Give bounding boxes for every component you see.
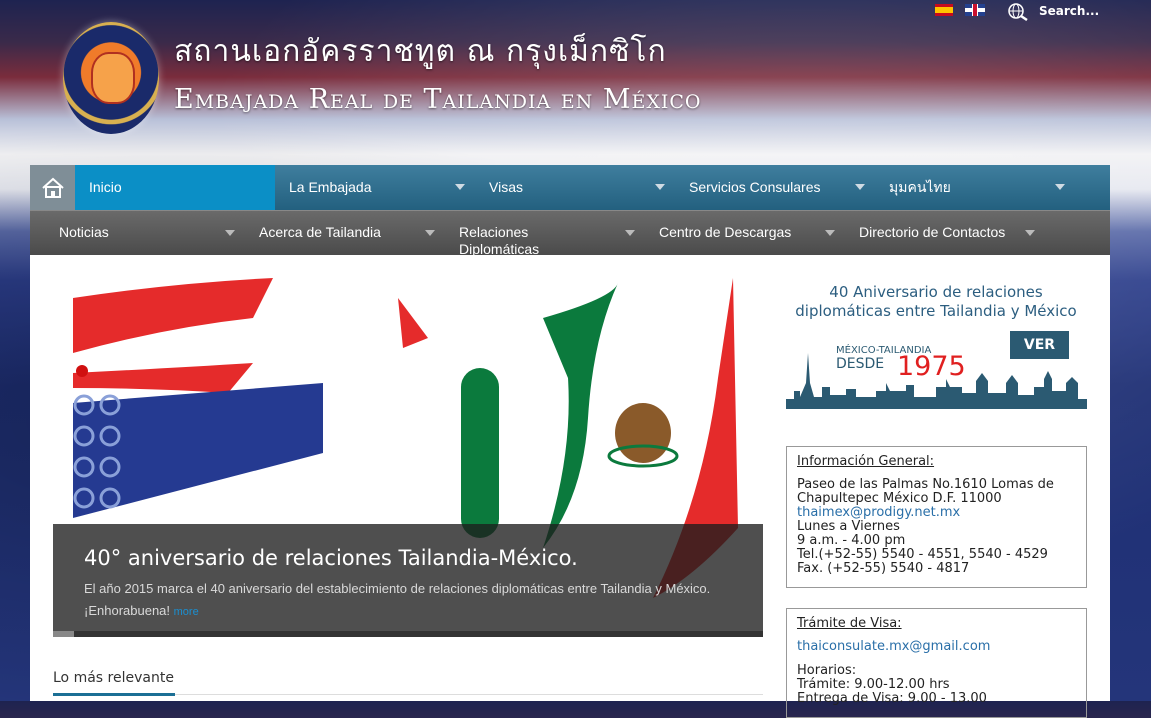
office-hours: 9 a.m. - 4.00 pm <box>797 533 906 548</box>
lo-mas-relevante-tab[interactable]: Lo más relevante <box>53 670 174 686</box>
nav-item-visas[interactable]: Visas <box>475 165 675 210</box>
slider-progress-fill <box>53 631 75 637</box>
home-icon <box>41 177 64 198</box>
chevron-down-icon <box>655 184 665 190</box>
tramite-de-visa-heading: Trámite de Visa: <box>797 616 902 631</box>
secondary-nav: Noticias Acerca de Tailandia Relaciones … <box>30 210 1110 258</box>
entrega-hours: Entrega de Visa: 9.00 - 13.00 <box>797 691 987 706</box>
address-text: Paseo de las Palmas No.1610 Lomas de Cha… <box>797 477 1054 506</box>
search-globe-icon[interactable] <box>1007 3 1029 21</box>
primary-nav: Inicio La Embajada Visas Servicios Consu… <box>30 165 1110 210</box>
slider-caption-title[interactable]: 40° aniversario de relaciones Tailandia-… <box>84 546 578 570</box>
more-link[interactable]: more <box>174 606 199 618</box>
uk-flag-icon[interactable] <box>965 4 985 16</box>
nav-item-inicio[interactable]: Inicio <box>75 165 275 210</box>
tramite-hours: Trámite: 9.00-12.00 hrs <box>797 677 950 692</box>
slider-progress-bar <box>53 631 763 637</box>
royal-thai-embassy-seal <box>63 22 159 134</box>
chevron-down-icon <box>455 184 465 190</box>
anniversary-banner-title[interactable]: 40 Aniversario de relaciones diplomática… <box>786 283 1086 321</box>
informacion-general-heading: Información General: <box>797 454 935 469</box>
spain-flag-icon[interactable] <box>935 4 953 16</box>
embassy-title-thai: สถานเอกอัครราชทูต ณ กรุงเม็กซิโก <box>174 34 667 69</box>
nav-item-directorio-de-contactos[interactable]: Directorio de Contactos <box>859 224 1005 241</box>
ver-button[interactable]: VER <box>1010 331 1069 359</box>
slider-caption-text: El año 2015 marca el 40 aniversario del … <box>84 578 734 623</box>
chevron-down-icon <box>1025 230 1035 236</box>
garuda-emblem-icon <box>91 52 135 104</box>
nav-item-la-embajada[interactable]: La Embajada <box>275 165 475 210</box>
desde-label: DESDE <box>836 356 885 372</box>
telephone-text: Tel.(+52-55) 5540 - 4551, 5540 - 4529 <box>797 547 1048 562</box>
nav-item-centro-de-descargas[interactable]: Centro de Descargas <box>659 224 791 241</box>
office-days: Lunes a Viernes <box>797 519 900 534</box>
informacion-general-body: Paseo de las Palmas No.1610 Lomas de Cha… <box>797 478 1077 576</box>
active-tab-underline <box>53 693 175 696</box>
fax-text: Fax. (+52-55) 5540 - 4817 <box>797 561 970 576</box>
chevron-down-icon <box>855 184 865 190</box>
tramite-de-visa-body: thaiconsulate.mx@gmail.com Horarios: Trá… <box>797 640 1077 706</box>
chevron-down-icon <box>625 230 635 236</box>
chevron-down-icon <box>425 230 435 236</box>
chevron-down-icon <box>225 230 235 236</box>
embassy-title-spanish: Embajada Real de Tailandia en México <box>174 84 702 115</box>
chevron-down-icon <box>1055 184 1065 190</box>
nav-item-servicios-consulares[interactable]: Servicios Consulares <box>675 165 875 210</box>
info-email-link[interactable]: thaimex@prodigy.net.mx <box>797 506 1077 520</box>
search-link[interactable]: Search... <box>1039 4 1099 18</box>
nav-item-relaciones-diplomaticas[interactable]: Relaciones Diplomáticas <box>459 224 579 258</box>
home-button[interactable] <box>30 165 75 210</box>
chevron-down-icon <box>825 230 835 236</box>
horarios-label: Horarios: <box>797 663 857 678</box>
nav-item-noticias[interactable]: Noticias <box>59 224 109 241</box>
nav-item-thai-corner[interactable]: มุมคนไทย <box>875 165 1075 210</box>
nav-item-acerca-de-tailandia[interactable]: Acerca de Tailandia <box>259 224 381 241</box>
year-1975-label: 1975 <box>897 351 966 382</box>
visa-email-link[interactable]: thaiconsulate.mx@gmail.com <box>797 640 1077 654</box>
